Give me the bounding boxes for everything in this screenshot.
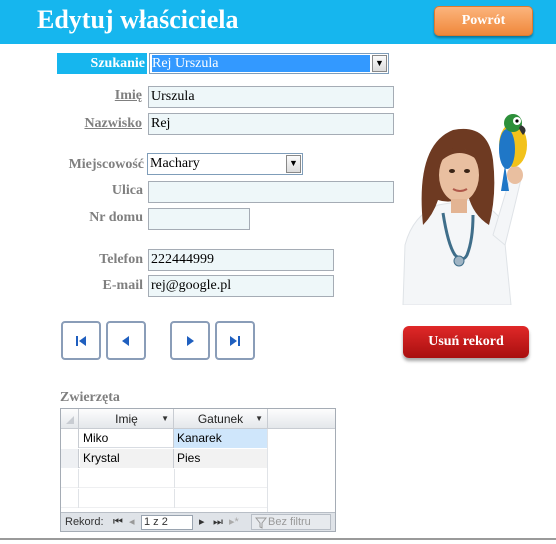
- chevron-down-icon[interactable]: ▼: [286, 155, 301, 173]
- table-row[interactable]: Miko Kanarek: [61, 429, 267, 448]
- funnel-icon: [255, 517, 267, 529]
- filter-label: Bez filtru: [268, 516, 311, 528]
- new-record-icon[interactable]: ▸*: [229, 515, 239, 530]
- pet-species-cell[interactable]: Kanarek: [174, 429, 267, 448]
- city-label: Miejscowość: [68, 157, 144, 172]
- previous-record-icon[interactable]: ◂: [129, 515, 135, 530]
- email-label: E-mail: [102, 278, 143, 293]
- first-name-label: Imię: [114, 88, 142, 103]
- last-record-icon: [230, 335, 240, 346]
- table-row[interactable]: Krystal Pies: [61, 449, 267, 468]
- row-selector[interactable]: [61, 429, 79, 448]
- record-position-input[interactable]: 1 z 2: [141, 515, 193, 530]
- search-label: Szukanie: [57, 53, 147, 74]
- vet-with-parrot-image: [393, 105, 556, 306]
- column-header-species-label: Gatunek: [197, 412, 244, 426]
- search-combobox[interactable]: Rej Urszula ▼: [149, 53, 389, 74]
- last-name-label: Nazwisko: [84, 116, 142, 131]
- pet-name-cell[interactable]: Miko: [80, 429, 174, 448]
- chevron-down-icon[interactable]: ▼: [372, 55, 387, 72]
- pets-subform[interactable]: Imię ▼ Gatunek ▼ Miko Kanarek Krystal Pi…: [60, 408, 336, 532]
- cell-divider: [174, 469, 175, 488]
- house-number-field[interactable]: [148, 208, 250, 230]
- next-record-icon[interactable]: ▸: [199, 515, 205, 530]
- pet-name-cell[interactable]: Krystal: [80, 449, 174, 468]
- filter-toggle-button[interactable]: Bez filtru: [251, 514, 331, 530]
- page-title: Edytuj właściciela: [37, 5, 239, 34]
- back-button[interactable]: Powrót: [434, 6, 533, 36]
- city-combobox-value: Machary: [150, 156, 200, 171]
- header-bar: Edytuj właściciela Powrót: [0, 0, 556, 44]
- subform-navigation-bar: Rekord: ⏮ ◂ 1 z 2 ▸ ⏭ ▸* Bez filtru: [61, 512, 335, 531]
- pet-species-cell[interactable]: Pies: [174, 449, 267, 468]
- sort-dropdown-icon[interactable]: ▼: [161, 409, 169, 429]
- first-record-button[interactable]: [61, 321, 101, 360]
- cell-divider: [174, 489, 175, 508]
- grid-header: Imię ▼ Gatunek ▼: [61, 409, 335, 429]
- column-header-name-label: Imię: [115, 412, 138, 426]
- column-header-species[interactable]: Gatunek ▼: [174, 409, 268, 429]
- email-field[interactable]: rej@google.pl: [148, 275, 334, 297]
- street-label: Ulica: [111, 183, 143, 198]
- grid-right-border: [267, 429, 268, 513]
- new-record-row[interactable]: [61, 469, 267, 488]
- row-selector: [61, 489, 79, 508]
- last-record-button[interactable]: [215, 321, 255, 360]
- house-number-label: Nr domu: [89, 210, 143, 225]
- row-selector[interactable]: [61, 469, 79, 488]
- previous-record-icon: [122, 335, 129, 346]
- street-field[interactable]: [148, 181, 394, 203]
- empty-row: [61, 489, 267, 508]
- divider: [0, 538, 556, 540]
- last-name-field[interactable]: Rej: [148, 113, 394, 135]
- city-combobox[interactable]: Machary ▼: [147, 153, 303, 175]
- phone-label: Telefon: [99, 252, 143, 267]
- select-all-icon: [66, 416, 74, 424]
- previous-record-button[interactable]: [106, 321, 146, 360]
- select-all-cell[interactable]: [61, 409, 79, 429]
- search-combobox-value: Rej Urszula: [152, 55, 370, 72]
- next-record-icon: [187, 335, 194, 346]
- next-record-button[interactable]: [170, 321, 210, 360]
- record-label: Rekord:: [65, 516, 104, 528]
- first-record-icon: [76, 335, 86, 346]
- column-header-name[interactable]: Imię ▼: [80, 409, 174, 429]
- row-selector[interactable]: [61, 449, 79, 468]
- delete-record-button[interactable]: Usuń rekord: [403, 326, 529, 358]
- last-record-icon[interactable]: ⏭: [213, 515, 223, 530]
- first-name-field[interactable]: Urszula: [148, 86, 394, 108]
- pets-label: Zwierzęta: [60, 390, 120, 405]
- first-record-icon[interactable]: ⏮: [113, 515, 123, 530]
- sort-dropdown-icon[interactable]: ▼: [255, 409, 263, 429]
- phone-field[interactable]: 222444999: [148, 249, 334, 271]
